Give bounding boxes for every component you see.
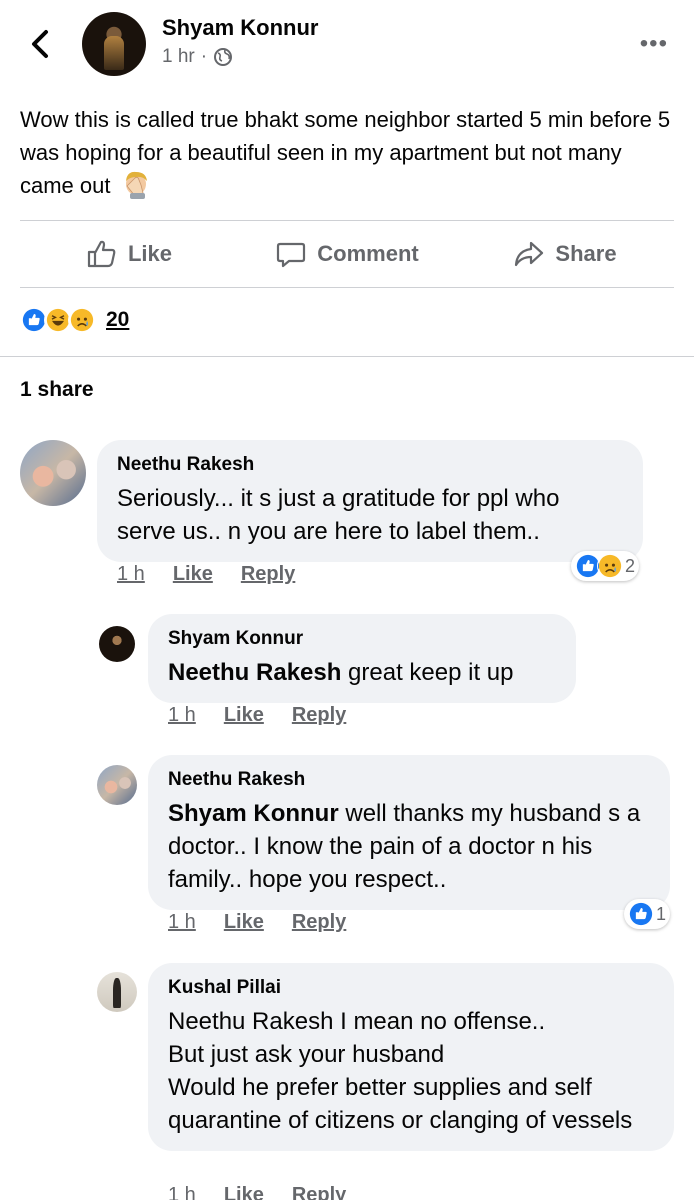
comment-reply-button[interactable]: Reply xyxy=(292,1184,346,1200)
back-button[interactable] xyxy=(26,26,54,62)
reactions-summary[interactable]: 20 xyxy=(20,306,129,334)
comment-actions: 1 h Like Reply xyxy=(168,704,346,727)
comment-actions: 1 h Like Reply xyxy=(168,1184,346,1200)
comment-body: great keep it up xyxy=(341,659,514,686)
comment-author[interactable]: Shyam Konnur xyxy=(168,628,556,650)
comment-line: But just ask your husband xyxy=(168,1041,445,1068)
comment-bubble: Kushal Pillai Neethu Rakesh I mean no of… xyxy=(148,963,674,1151)
author-avatar[interactable] xyxy=(82,12,146,76)
comment-reply-button[interactable]: Reply xyxy=(292,704,346,727)
post-text: Wow this is called true bhakt some neigh… xyxy=(20,107,671,198)
shares-count[interactable]: 1 share xyxy=(20,378,94,402)
post-author-name[interactable]: Shyam Konnur xyxy=(162,15,318,41)
more-options-icon[interactable]: ••• xyxy=(640,32,668,56)
like-label: Like xyxy=(127,241,173,266)
comment-text: Seriously... it s just a gratitude for p… xyxy=(117,485,560,545)
comment-bubble: Neethu Rakesh Shyam Konnur well thanks m… xyxy=(148,755,670,910)
post-meta: 1 hr · xyxy=(162,46,233,68)
comment-time[interactable]: 1 h xyxy=(168,911,196,934)
comment-text: Neethu Rakesh great keep it up xyxy=(168,656,556,689)
comment-reply-button[interactable]: Reply xyxy=(292,911,346,934)
comment-like-button[interactable]: Like xyxy=(224,704,264,727)
comment-line: Neethu Rakesh I mean no offense.. xyxy=(168,1008,546,1035)
comment-like-button[interactable]: Like xyxy=(173,563,213,586)
meta-separator: · xyxy=(200,46,208,67)
reaction-count[interactable]: 20 xyxy=(106,308,129,332)
post-action-bar: Like Comment Share xyxy=(20,220,674,288)
comment-reaction-count: 1 xyxy=(656,903,667,924)
comment-like-button[interactable]: Like xyxy=(224,1184,264,1200)
sad-icon xyxy=(68,306,96,334)
mention-tag[interactable]: Neethu Rakesh xyxy=(168,659,341,686)
share-arrow-icon xyxy=(515,241,544,267)
globe-icon xyxy=(214,48,233,66)
comment-author[interactable]: Neethu Rakesh xyxy=(168,769,650,791)
comment-button[interactable]: Comment xyxy=(238,221,456,287)
comment-reactions[interactable]: 2 xyxy=(571,551,640,581)
comment-time[interactable]: 1 h xyxy=(168,1184,196,1200)
sad-icon xyxy=(597,553,623,579)
comment-author[interactable]: Kushal Pillai xyxy=(168,977,654,999)
comment-time[interactable]: 1 h xyxy=(168,704,196,727)
like-icon xyxy=(628,901,654,927)
divider xyxy=(0,356,694,357)
thumbs-up-icon xyxy=(87,240,116,268)
commenter-avatar[interactable] xyxy=(97,972,137,1012)
face-palm-emoji xyxy=(125,171,147,199)
commenter-avatar[interactable] xyxy=(99,626,135,662)
comment-like-button[interactable]: Like xyxy=(224,911,264,934)
share-button[interactable]: Share xyxy=(456,221,674,287)
comment-actions: 1 h Like Reply xyxy=(168,911,346,934)
post-header: Shyam Konnur 1 hr · ••• xyxy=(0,0,694,90)
comment-reactions[interactable]: 1 xyxy=(624,899,671,929)
share-label: Share xyxy=(555,241,617,266)
post-body: Wow this is called true bhakt some neigh… xyxy=(20,103,680,202)
like-button[interactable]: Like xyxy=(20,221,238,287)
chevron-left-icon xyxy=(32,30,48,58)
comment-line: Would he prefer better supplies and self… xyxy=(168,1074,633,1134)
post-time[interactable]: 1 hr xyxy=(162,46,195,68)
comment-icon xyxy=(277,242,306,268)
comment-reaction-count: 2 xyxy=(625,555,636,576)
comment-bubble: Shyam Konnur Neethu Rakesh great keep it… xyxy=(148,614,576,703)
commenter-avatar[interactable] xyxy=(97,765,137,805)
commenter-avatar[interactable] xyxy=(20,440,86,506)
comment-reply-button[interactable]: Reply xyxy=(241,563,295,586)
comment-bubble: Neethu Rakesh Seriously... it s just a g… xyxy=(97,440,643,562)
comment-author[interactable]: Neethu Rakesh xyxy=(117,454,623,476)
comment-label: Comment xyxy=(317,241,419,266)
comment-time[interactable]: 1 h xyxy=(117,563,145,586)
comment-actions: 1 h Like Reply xyxy=(117,563,295,586)
mention-tag[interactable]: Shyam Konnur xyxy=(168,800,339,827)
comment-text: Shyam Konnur well thanks my husband s a … xyxy=(168,797,650,896)
